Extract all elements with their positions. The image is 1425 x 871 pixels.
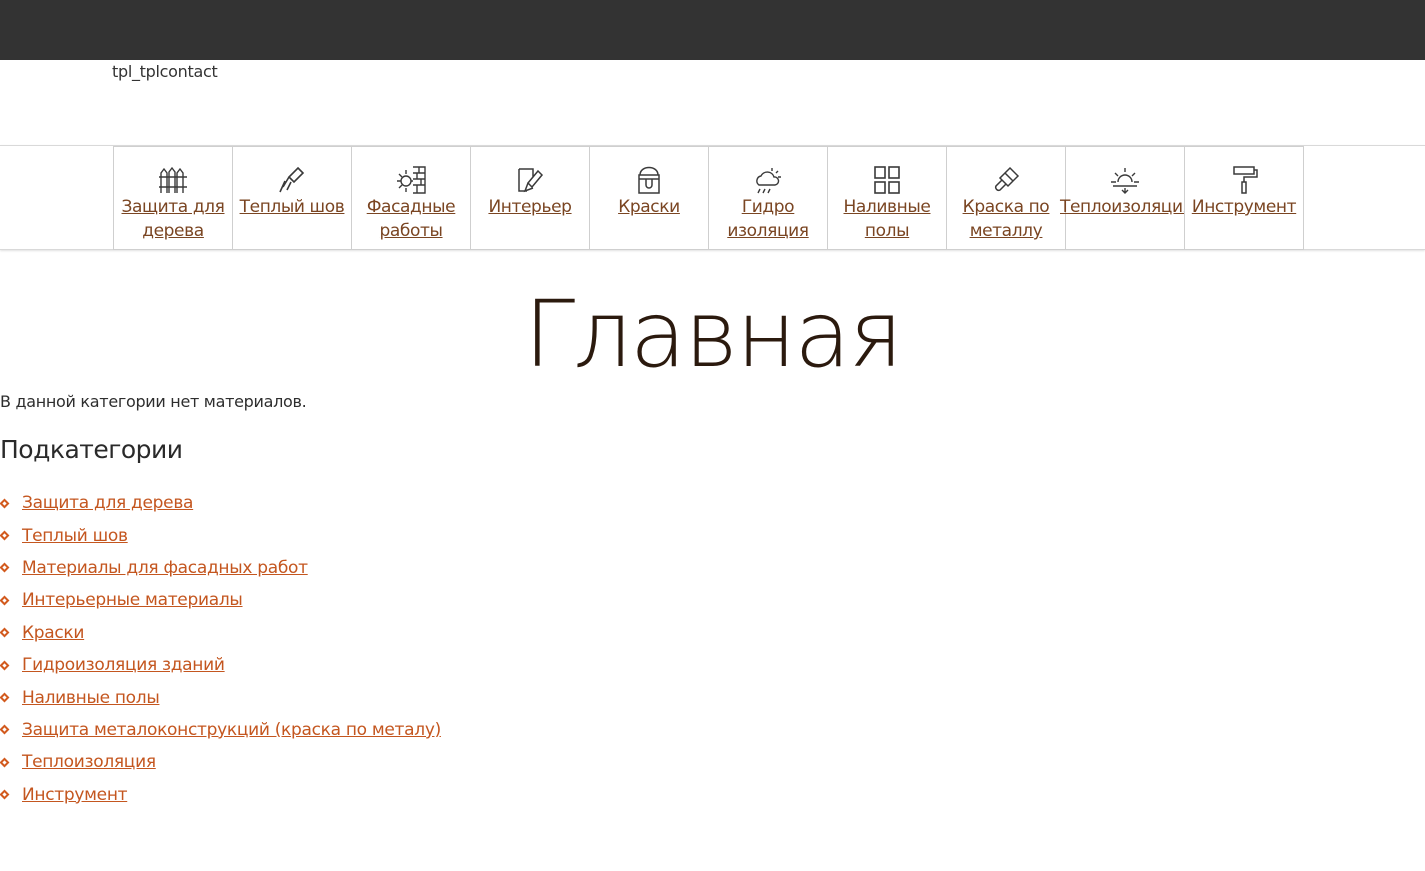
- sunrise-icon: [1109, 165, 1141, 195]
- subcategories-heading: Подкатегории: [0, 435, 183, 464]
- subcategory-link[interactable]: Интерьерные материалы: [22, 590, 243, 610]
- nav-item-facade[interactable]: Фасадные работы: [351, 146, 471, 250]
- diamond-bullet-icon: [0, 498, 10, 509]
- diamond-bullet-icon: [0, 660, 10, 671]
- nav-item-label: Защита для дерева: [121, 197, 225, 241]
- nav-item-label: Интерьер: [488, 197, 572, 217]
- nav-item-warm-seam[interactable]: Теплый шов: [232, 146, 352, 250]
- diamond-bullet-icon: [0, 724, 10, 735]
- subcategory-link[interactable]: Теплый шов: [22, 526, 128, 546]
- fence-icon: [157, 165, 189, 195]
- diamond-bullet-icon: [0, 789, 10, 800]
- subcategories-list: Защита для дерева Теплый шов Материалы д…: [0, 487, 441, 811]
- subcategory-link[interactable]: Краски: [22, 623, 84, 643]
- paint-roller-icon: [1228, 165, 1260, 195]
- category-nav: Защита для дерева Теплый шов Фасадные ра…: [113, 146, 1304, 250]
- list-item: Краски: [0, 617, 441, 649]
- list-item: Гидроизоляция зданий: [0, 649, 441, 681]
- diamond-bullet-icon: [0, 627, 10, 638]
- list-item: Инструмент: [0, 779, 441, 811]
- nav-item-waterproofing[interactable]: Гидро изоляция: [708, 146, 828, 250]
- nav-item-insulation[interactable]: Теплоизоляция: [1060, 146, 1193, 250]
- diamond-bullet-icon: [0, 563, 10, 573]
- nav-item-tools[interactable]: Инструмент: [1184, 146, 1304, 250]
- sun-brick-icon: [395, 165, 427, 195]
- diamond-bullet-icon: [0, 692, 10, 703]
- rain-cloud-icon: [752, 165, 784, 195]
- list-item: Теплый шов: [0, 519, 441, 551]
- nav-item-label: Фасадные работы: [366, 197, 456, 241]
- nav-item-paints[interactable]: Краски: [589, 146, 709, 250]
- subcategory-link[interactable]: Защита для дерева: [22, 493, 193, 513]
- list-item: Защита металоконструкций (краска по мета…: [0, 714, 441, 746]
- subcategory-link[interactable]: Материалы для фасадных работ: [22, 558, 308, 578]
- nav-item-label: Краска по металлу: [962, 197, 1050, 241]
- nav-item-label: Наливные полы: [843, 197, 931, 241]
- template-label: tpl_tplcontact: [112, 62, 218, 81]
- subcategory-link[interactable]: Теплоизоляция: [22, 752, 156, 772]
- list-item: Защита для дерева: [0, 487, 441, 519]
- subcategory-link[interactable]: Наливные полы: [22, 688, 160, 708]
- list-item: Интерьерные материалы: [0, 584, 441, 616]
- caulk-gun-icon: [276, 165, 308, 195]
- nav-item-label: Краски: [618, 197, 680, 217]
- subcategory-link[interactable]: Инструмент: [22, 785, 128, 805]
- subcategory-link[interactable]: Защита металоконструкций (краска по мета…: [22, 720, 441, 740]
- nav-item-interior[interactable]: Интерьер: [470, 146, 590, 250]
- subcategory-link[interactable]: Гидроизоляция зданий: [22, 655, 225, 675]
- paint-bucket-icon: [633, 165, 665, 195]
- list-item: Теплоизоляция: [0, 746, 441, 778]
- list-item: Наливные полы: [0, 681, 441, 713]
- top-bar: [0, 0, 1425, 60]
- nav-item-label: Теплый шов: [239, 197, 345, 217]
- empty-category-message: В данной категории нет материалов.: [0, 392, 307, 411]
- list-item: Материалы для фасадных работ: [0, 552, 441, 584]
- diamond-bullet-icon: [0, 530, 10, 541]
- paintbrush-icon: [990, 165, 1022, 195]
- diamond-bullet-icon: [0, 595, 10, 606]
- nav-item-label: Теплоизоляция: [1060, 197, 1193, 217]
- nav-item-label: Инструмент: [1191, 197, 1297, 217]
- nav-item-floors[interactable]: Наливные полы: [827, 146, 947, 250]
- brush-wall-icon: [514, 165, 546, 195]
- nav-item-wood-protection[interactable]: Защита для дерева: [113, 146, 233, 250]
- page-title: Главная: [523, 281, 903, 388]
- nav-item-metal-paint[interactable]: Краска по металлу: [946, 146, 1066, 250]
- nav-item-label: Гидро изоляция: [727, 197, 809, 241]
- floor-grid-icon: [871, 165, 903, 195]
- diamond-bullet-icon: [0, 757, 10, 768]
